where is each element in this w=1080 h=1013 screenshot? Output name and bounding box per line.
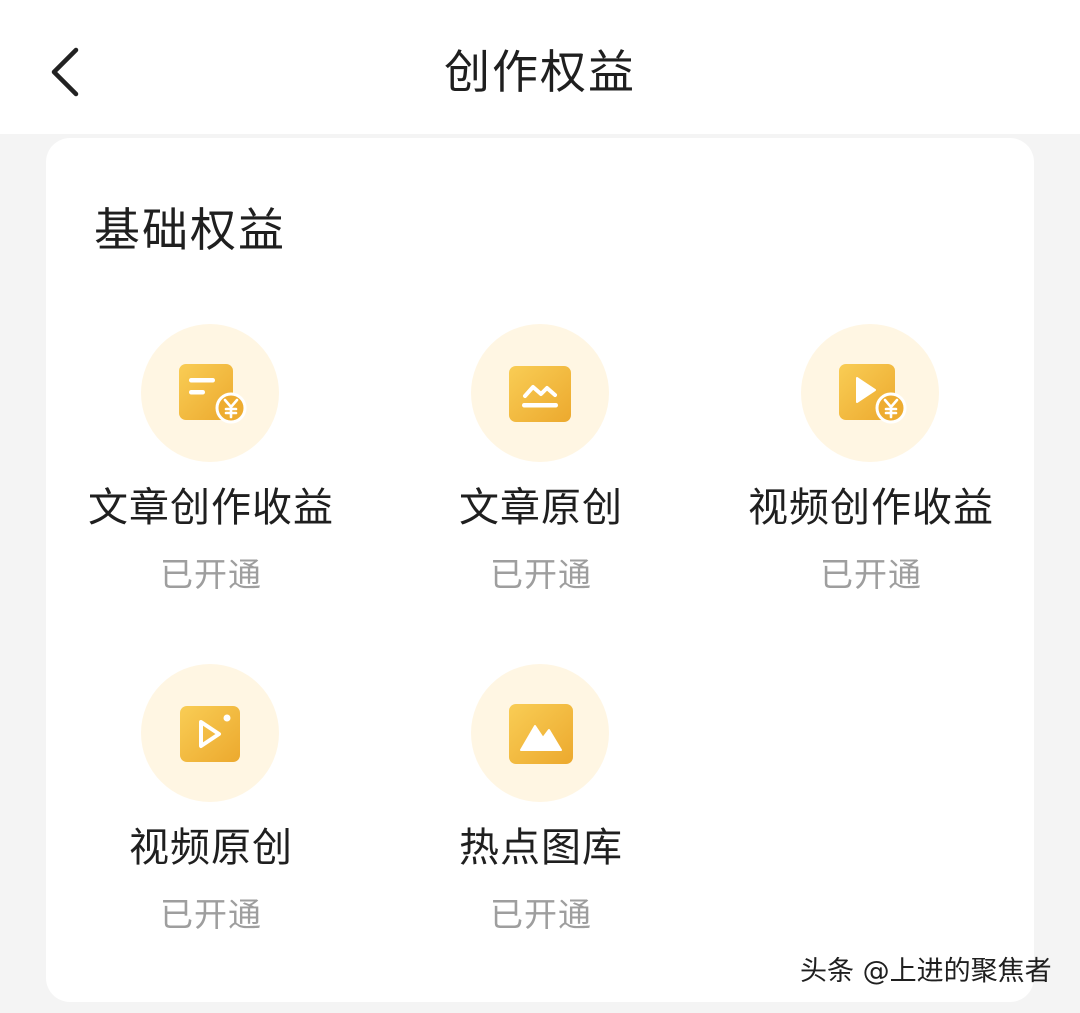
icon-circle bbox=[801, 324, 939, 462]
benefit-video-income[interactable]: 视频创作收益 已开通 bbox=[706, 324, 1036, 624]
benefit-name: 文章创作收益 bbox=[88, 485, 334, 531]
benefit-status: 已开通 bbox=[490, 555, 592, 594]
video-income-icon bbox=[839, 364, 907, 424]
icon-circle bbox=[471, 664, 609, 802]
watermark: 头条 @上进的聚焦者 bbox=[800, 956, 1052, 987]
video-original-icon bbox=[180, 706, 240, 762]
benefit-name: 视频原创 bbox=[129, 825, 293, 871]
icon-circle bbox=[141, 324, 279, 462]
icon-circle bbox=[141, 664, 279, 802]
benefit-name: 文章原创 bbox=[459, 485, 623, 531]
section-title: 基础权益 bbox=[94, 203, 286, 257]
image-gallery-icon bbox=[509, 704, 573, 764]
article-original-icon bbox=[509, 366, 571, 422]
icon-circle bbox=[471, 324, 609, 462]
benefit-status: 已开通 bbox=[160, 555, 262, 594]
benefit-status: 已开通 bbox=[160, 895, 262, 934]
basic-benefits-card: 基础权益 文章创作收益 已开通 文章原创 已开通 视频创作收益 已开通 视频原创… bbox=[46, 138, 1034, 1002]
benefit-article-income[interactable]: 文章创作收益 已开通 bbox=[46, 324, 376, 624]
header-bar: 创作权益 bbox=[0, 0, 1080, 134]
benefit-hot-image-gallery[interactable]: 热点图库 已开通 bbox=[376, 664, 706, 964]
benefit-name: 热点图库 bbox=[459, 825, 623, 871]
page-title: 创作权益 bbox=[444, 45, 636, 99]
benefit-video-original[interactable]: 视频原创 已开通 bbox=[46, 664, 376, 964]
article-income-icon bbox=[179, 364, 247, 424]
benefit-status: 已开通 bbox=[820, 555, 922, 594]
benefit-article-original[interactable]: 文章原创 已开通 bbox=[376, 324, 706, 624]
benefit-name: 视频创作收益 bbox=[748, 485, 994, 531]
benefit-status: 已开通 bbox=[490, 895, 592, 934]
